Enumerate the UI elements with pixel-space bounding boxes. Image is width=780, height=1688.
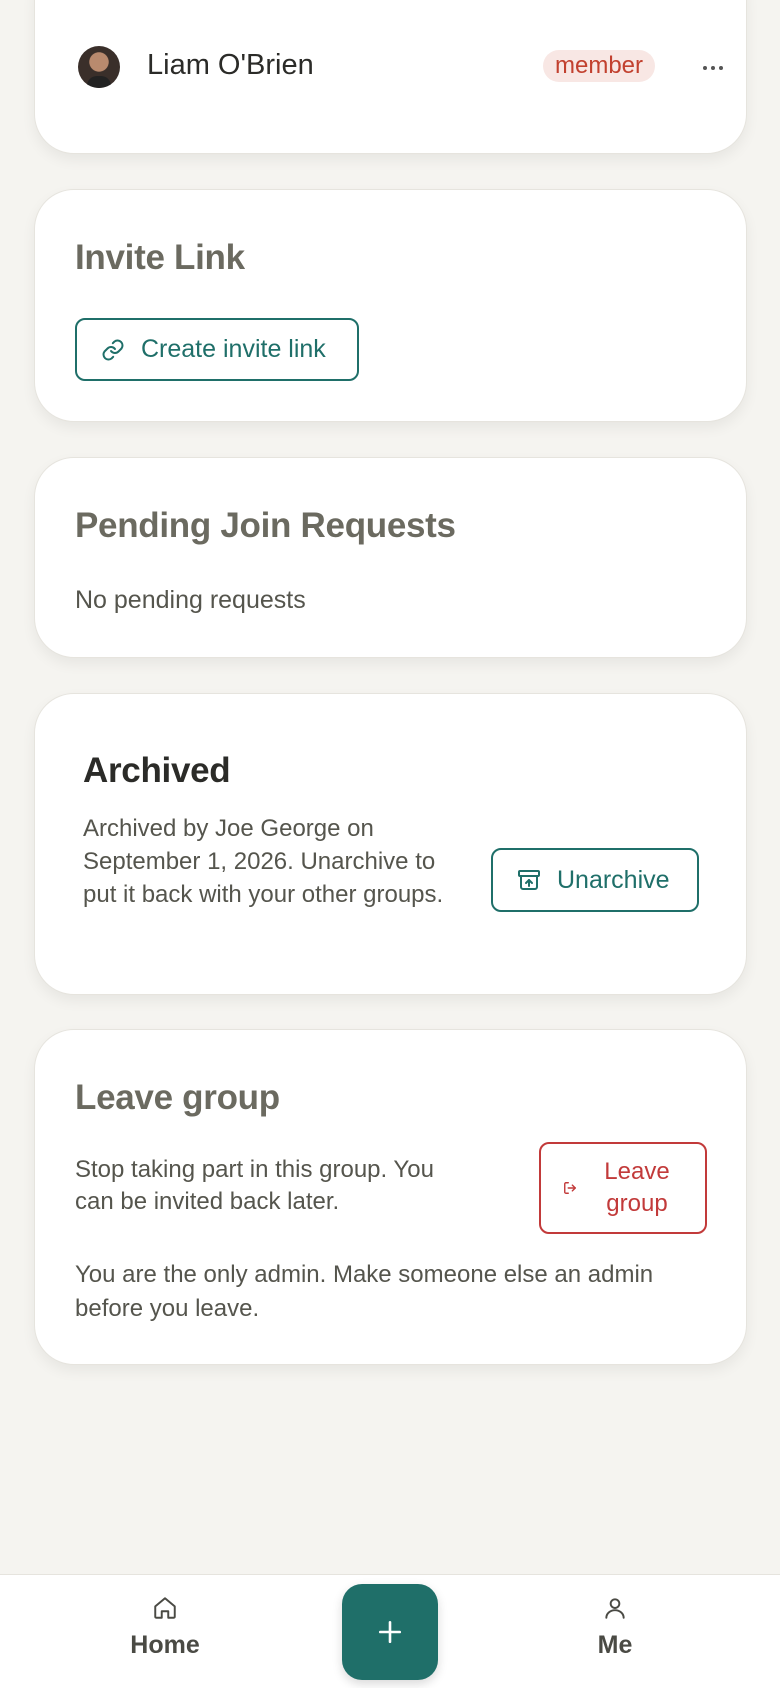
avatar[interactable] [78,46,120,88]
unarchive-button[interactable]: Unarchive [491,848,699,912]
role-badge: member [543,50,656,82]
add-button[interactable] [342,1584,438,1680]
log-out-icon [564,1182,576,1194]
plus-icon [378,1620,402,1644]
leave-group-card: Leave group Stop taking part in this gro… [34,1029,747,1365]
user-icon [605,1598,625,1619]
unarchive-icon [518,870,540,890]
leave-group-button[interactable]: Leave group [539,1142,707,1234]
nav-home[interactable]: Home [85,1575,245,1688]
unarchive-label: Unarchive [557,865,670,894]
nav-home-label: Home [130,1631,200,1659]
home-icon [154,1597,176,1619]
create-invite-link-button[interactable]: Create invite link [75,318,359,381]
member-name: Liam O'Brien [147,49,314,81]
member-card: Liam O'Brien member [34,0,747,154]
archived-description: Archived by Joe George on September 1, 2… [83,815,444,908]
create-invite-link-label: Create invite link [141,335,326,363]
leave-group-label: Leave group [604,1158,670,1217]
nav-me-label: Me [597,1631,633,1659]
archived-card: Archived Archived by Joe George on Septe… [34,693,747,995]
more-options-button[interactable] [695,49,731,83]
group-settings-page: Liam O'Brien member Invite Link Create i… [0,0,780,1688]
more-horizontal-icon [703,66,723,70]
pending-requests-card: Pending Join Requests No pending request… [34,457,747,658]
nav-me[interactable]: Me [535,1575,695,1688]
pending-requests-empty-text: No pending requests [75,586,306,614]
only-admin-note: You are the only admin. Make someone els… [75,1261,654,1322]
leave-group-title: Leave group [75,1078,280,1117]
link-icon [102,339,124,360]
pending-requests-title: Pending Join Requests [75,506,456,545]
leave-group-description: Stop taking part in this group. You can … [75,1156,434,1215]
archived-title: Archived [83,751,231,790]
invite-link-title: Invite Link [75,238,245,277]
invite-link-card: Invite Link Create invite link [34,189,747,422]
